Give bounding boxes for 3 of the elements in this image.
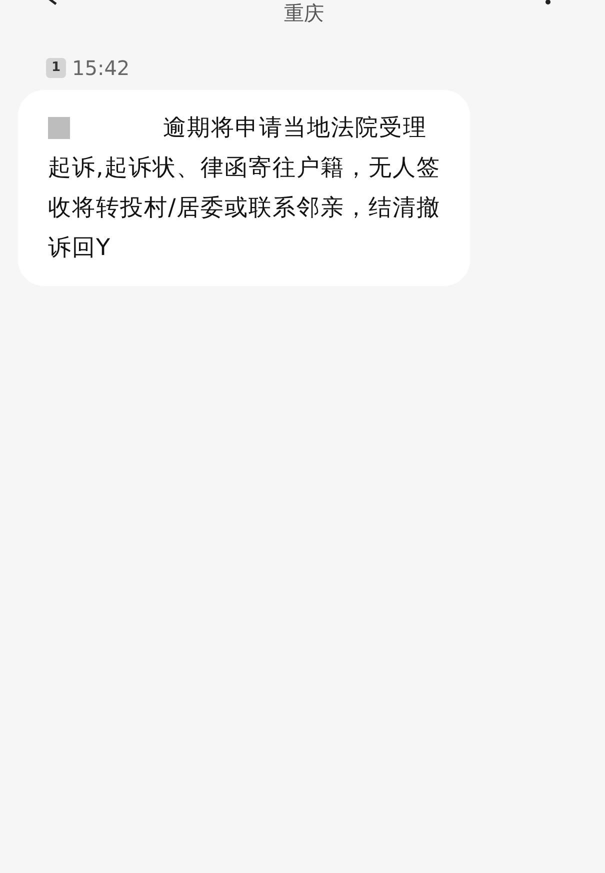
message-time: 15:42 [72, 55, 130, 82]
sim-badge: 1 [46, 58, 66, 78]
conversation-title: 重庆 [283, 0, 325, 26]
